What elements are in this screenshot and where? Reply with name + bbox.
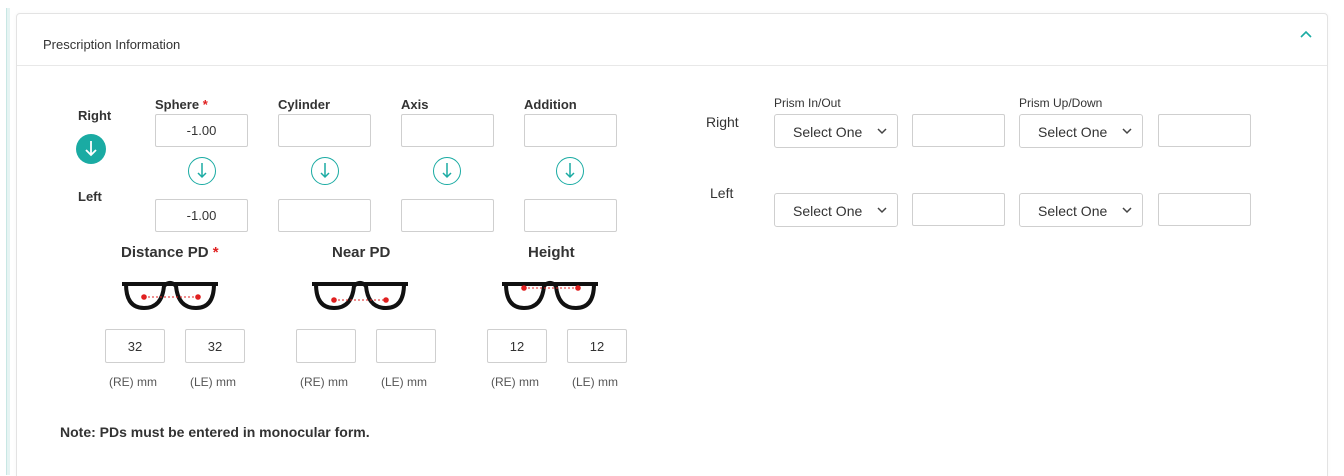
pd-note: Note: PDs must be entered in monocular f… — [60, 424, 370, 440]
chevron-down-icon — [1122, 207, 1132, 214]
distance-pd-title: Distance PD * — [121, 244, 219, 261]
chevron-down-icon — [877, 207, 887, 214]
right-prism-in-out-select[interactable]: Select One — [774, 114, 898, 148]
distance-pd-re-input[interactable] — [105, 329, 165, 363]
right-sphere-input[interactable] — [155, 114, 248, 147]
right-prism-in-out-value-input[interactable] — [912, 114, 1005, 147]
cylinder-label: Cylinder — [278, 97, 331, 112]
prism-in-out-label: Prism In/Out — [774, 96, 841, 110]
arrow-down-icon — [442, 163, 452, 179]
left-axis-input[interactable] — [401, 199, 494, 232]
axis-label: Axis — [401, 97, 429, 112]
select-value: Select One — [1038, 203, 1108, 219]
prism-up-down-label: Prism Up/Down — [1019, 96, 1103, 110]
chevron-down-icon — [877, 128, 887, 135]
sphere-label: Sphere * — [155, 97, 208, 112]
copy-addition-down-button[interactable] — [556, 157, 584, 185]
copy-axis-down-button[interactable] — [433, 157, 461, 185]
distance-le-unit: (LE) mm — [190, 375, 236, 389]
near-re-unit: (RE) mm — [300, 375, 348, 389]
glasses-distance-pd-icon — [122, 281, 218, 311]
right-eye-label: Right — [78, 108, 112, 123]
right-cylinder-input[interactable] — [278, 114, 371, 147]
arrow-down-icon — [197, 163, 207, 179]
select-value: Select One — [1038, 124, 1108, 140]
right-axis-input[interactable] — [401, 114, 494, 147]
left-prism-up-down-select[interactable]: Select One — [1019, 193, 1143, 227]
left-accent-rule — [6, 8, 10, 475]
distance-pd-le-input[interactable] — [185, 329, 245, 363]
right-addition-input[interactable] — [524, 114, 617, 147]
height-le-unit: (LE) mm — [572, 375, 618, 389]
left-prism-in-out-select[interactable]: Select One — [774, 193, 898, 227]
copy-sphere-down-button[interactable] — [188, 157, 216, 185]
card-header[interactable]: Prescription Information — [17, 14, 1327, 66]
left-prism-up-down-value-input[interactable] — [1158, 193, 1251, 226]
copy-right-to-left-button[interactable] — [76, 134, 106, 164]
arrow-down-icon — [320, 163, 330, 179]
arrow-down-icon — [85, 141, 97, 157]
prism-left-label: Left — [710, 185, 734, 201]
glasses-height-icon — [502, 281, 598, 311]
arrow-down-icon — [565, 163, 575, 179]
near-pd-le-input[interactable] — [376, 329, 436, 363]
left-sphere-input[interactable] — [155, 199, 248, 232]
glasses-near-pd-icon — [312, 281, 408, 311]
right-prism-up-down-select[interactable]: Select One — [1019, 114, 1143, 148]
left-eye-label: Left — [78, 189, 102, 204]
addition-label: Addition — [524, 97, 577, 112]
distance-re-unit: (RE) mm — [109, 375, 157, 389]
card-title: Prescription Information — [43, 37, 181, 52]
copy-cylinder-down-button[interactable] — [311, 157, 339, 185]
height-re-unit: (RE) mm — [491, 375, 539, 389]
prism-right-label: Right — [706, 114, 739, 130]
near-le-unit: (LE) mm — [381, 375, 427, 389]
height-le-input[interactable] — [567, 329, 627, 363]
height-re-input[interactable] — [487, 329, 547, 363]
select-value: Select One — [793, 203, 863, 219]
chevron-down-icon — [1122, 128, 1132, 135]
left-addition-input[interactable] — [524, 199, 617, 232]
height-title: Height — [528, 244, 575, 261]
left-cylinder-input[interactable] — [278, 199, 371, 232]
near-pd-title: Near PD — [332, 244, 391, 261]
required-mark: * — [202, 97, 208, 112]
required-mark: * — [212, 244, 219, 261]
near-pd-re-input[interactable] — [296, 329, 356, 363]
right-prism-up-down-value-input[interactable] — [1158, 114, 1251, 147]
select-value: Select One — [793, 124, 863, 140]
chevron-up-icon[interactable] — [1299, 28, 1313, 40]
left-prism-in-out-value-input[interactable] — [912, 193, 1005, 226]
